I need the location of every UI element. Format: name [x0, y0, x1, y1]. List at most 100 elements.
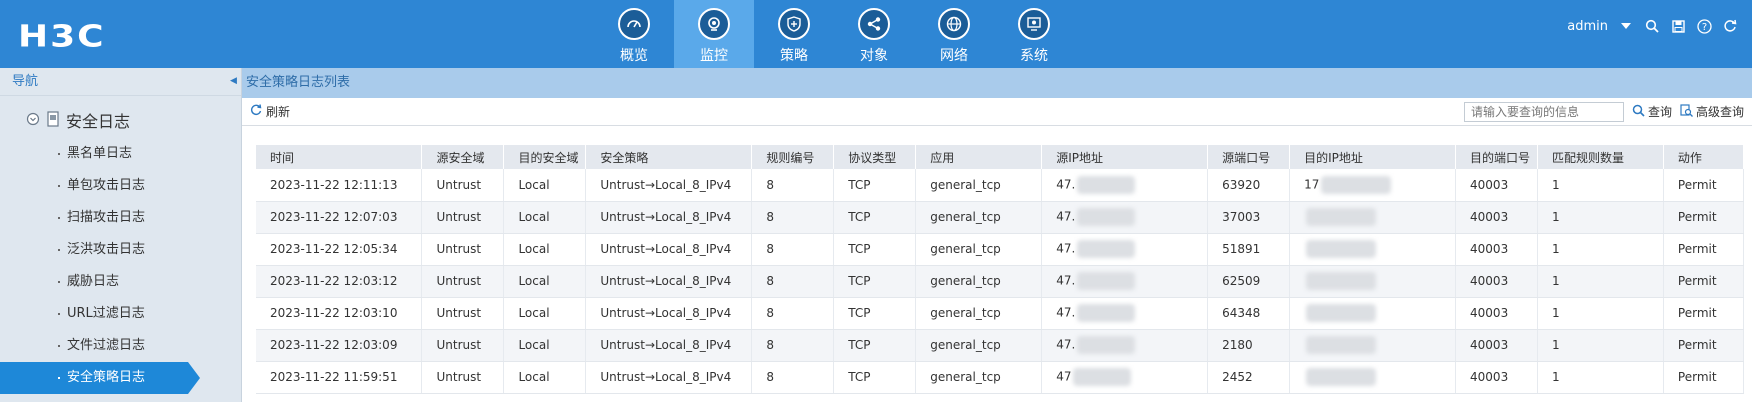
table-cell: 8	[751, 361, 835, 394]
sidebar-item-flood-attack-log[interactable]: 泛洪攻击日志	[0, 234, 241, 266]
sidebar-header: 导航	[0, 68, 241, 96]
sidebar: 导航 ◀ 安全日志 黑名单日志 单包攻击日志 扫描攻击日志 泛洪攻击日志 威胁日…	[0, 68, 242, 402]
share-nodes-icon	[858, 8, 890, 40]
table-cell: 8	[751, 233, 835, 266]
table-row[interactable]: 2023-11-22 12:03:12 Untrust Local Untrust→L…	[256, 265, 1745, 298]
nav-label: 策略	[780, 48, 808, 64]
table-cell: general_tcp	[915, 297, 1043, 330]
log-table: 时间 源安全域 目的安全域 安全策略 规则编号 协议类型 应用 源IP地址 源端…	[256, 145, 1745, 394]
table-row[interactable]: 2023-11-22 12:05:34 Untrust Local Untrust→L…	[256, 233, 1745, 266]
table-row[interactable]: 2023-11-22 12:11:13 Untrust Local Untrust→L…	[256, 169, 1745, 202]
nav-item-network[interactable]: 网络	[914, 0, 994, 68]
column-header[interactable]: 动作	[1663, 145, 1745, 169]
search-input[interactable]	[1463, 101, 1624, 122]
table-cell	[1289, 201, 1457, 234]
column-header[interactable]: 目的安全域	[503, 145, 587, 169]
table-cell	[1289, 329, 1457, 362]
table-cell: Local	[503, 265, 587, 298]
column-header[interactable]: 源端口号	[1207, 145, 1291, 169]
column-header[interactable]: 目的端口号	[1455, 145, 1538, 169]
table-cell: 17	[1289, 169, 1457, 202]
caret-down-icon[interactable]	[1618, 18, 1634, 34]
column-header[interactable]: 匹配规则数量	[1537, 145, 1664, 169]
table-cell: 37003	[1207, 201, 1291, 234]
table-cell: 47.	[1041, 201, 1209, 234]
toolbar-right: 查询 高级查询	[1463, 101, 1744, 122]
refresh-label: 刷新	[266, 105, 291, 119]
table-cell: 8	[751, 169, 835, 202]
nav-item-object[interactable]: 对象	[834, 0, 914, 68]
table-cell: general_tcp	[915, 233, 1043, 266]
table-cell: 64348	[1207, 297, 1291, 330]
table-cell: 2023-11-22 11:59:51	[256, 361, 423, 394]
table-row[interactable]: 2023-11-22 11:59:51 Untrust Local Untrust→L…	[256, 361, 1745, 394]
column-header[interactable]: 安全策略	[585, 145, 753, 169]
table-cell: 47.	[1041, 169, 1209, 202]
table-cell: 1	[1537, 265, 1664, 298]
table-cell: 40003	[1455, 361, 1538, 394]
advanced-query-label: 高级查询	[1695, 105, 1744, 119]
sidebar-item-label: 泛洪攻击日志	[67, 242, 146, 257]
help-icon[interactable]: ?	[1696, 18, 1712, 34]
user-menu[interactable]: admin	[1567, 19, 1608, 34]
table-cell: Permit	[1663, 265, 1745, 298]
table-cell: Untrust→Local_8_IPv4	[585, 361, 753, 394]
column-header[interactable]: 应用	[915, 145, 1043, 169]
table-cell: Untrust	[421, 297, 505, 330]
user-area: admin ?	[1567, 18, 1738, 34]
table-cell: Untrust	[421, 265, 505, 298]
nav-item-monitor[interactable]: 监控	[674, 0, 754, 68]
sidebar-item-blacklist-log[interactable]: 黑名单日志	[0, 138, 241, 170]
sidebar-group-security-log[interactable]: 安全日志	[0, 102, 241, 138]
table-cell: 2023-11-22 12:07:03	[256, 201, 423, 234]
table-cell	[1289, 297, 1457, 330]
column-header[interactable]: 目的IP地址	[1289, 145, 1457, 169]
table-cell: 8	[751, 329, 835, 362]
sidebar-item-label: 黑名单日志	[67, 146, 133, 161]
sidebar-item-label: 单包攻击日志	[67, 178, 146, 193]
table-cell: 47.	[1041, 265, 1209, 298]
column-header[interactable]: 时间	[256, 145, 423, 169]
column-header[interactable]: 协议类型	[833, 145, 917, 169]
redacted-ip-mask	[1077, 240, 1136, 258]
collapse-sidebar-icon[interactable]: ◀	[230, 76, 238, 88]
sidebar-item-scan-attack-log[interactable]: 扫描攻击日志	[0, 202, 241, 234]
save-icon[interactable]	[1670, 18, 1686, 34]
nav-item-overview[interactable]: 概览	[594, 0, 674, 68]
table-row[interactable]: 2023-11-22 12:03:10 Untrust Local Untrust→L…	[256, 297, 1745, 330]
refresh-icon[interactable]	[1722, 18, 1738, 34]
table-cell: 1	[1537, 297, 1664, 330]
table-cell: Permit	[1663, 169, 1745, 202]
sidebar-item-label: 威胁日志	[67, 274, 120, 289]
sidebar-item-file-filter-log[interactable]: 文件过滤日志	[0, 330, 241, 362]
table-cell: TCP	[833, 361, 917, 394]
globe-icon	[938, 8, 970, 40]
sidebar-item-url-filter-log[interactable]: URL过滤日志	[0, 298, 241, 330]
redacted-ip-mask	[1306, 272, 1377, 290]
table-cell: Local	[503, 361, 587, 394]
sidebar-item-single-packet-attack-log[interactable]: 单包攻击日志	[0, 170, 241, 202]
table-cell: 47.	[1041, 233, 1209, 266]
table-cell: 1	[1537, 329, 1664, 362]
column-header[interactable]: 源安全域	[421, 145, 505, 169]
advanced-query-button[interactable]: 高级查询	[1680, 103, 1744, 120]
table-cell: Untrust	[421, 361, 505, 394]
nav-item-policy[interactable]: 策略	[754, 0, 834, 68]
nav-label: 概览	[620, 48, 648, 64]
sidebar-item-threat-log[interactable]: 威胁日志	[0, 266, 241, 298]
column-header[interactable]: 规则编号	[751, 145, 835, 169]
table-row[interactable]: 2023-11-22 12:07:03 Untrust Local Untrust→L…	[256, 201, 1745, 234]
query-button[interactable]: 查询	[1632, 103, 1672, 120]
table-cell: 40003	[1455, 297, 1538, 330]
sidebar-item-security-policy-log[interactable]: 安全策略日志	[0, 362, 200, 394]
search-icon[interactable]	[1644, 18, 1660, 34]
table-cell: 2023-11-22 12:03:10	[256, 297, 423, 330]
table-cell: 51891	[1207, 233, 1291, 266]
column-header[interactable]: 源IP地址	[1041, 145, 1209, 169]
refresh-button[interactable]: 刷新	[250, 103, 290, 120]
table-cell: 40003	[1455, 265, 1538, 298]
nav-item-system[interactable]: 系统	[994, 0, 1074, 68]
collapse-circle-icon[interactable]	[26, 112, 40, 129]
redacted-ip-mask	[1077, 208, 1136, 226]
table-row[interactable]: 2023-11-22 12:03:09 Untrust Local Untrust→L…	[256, 329, 1745, 362]
